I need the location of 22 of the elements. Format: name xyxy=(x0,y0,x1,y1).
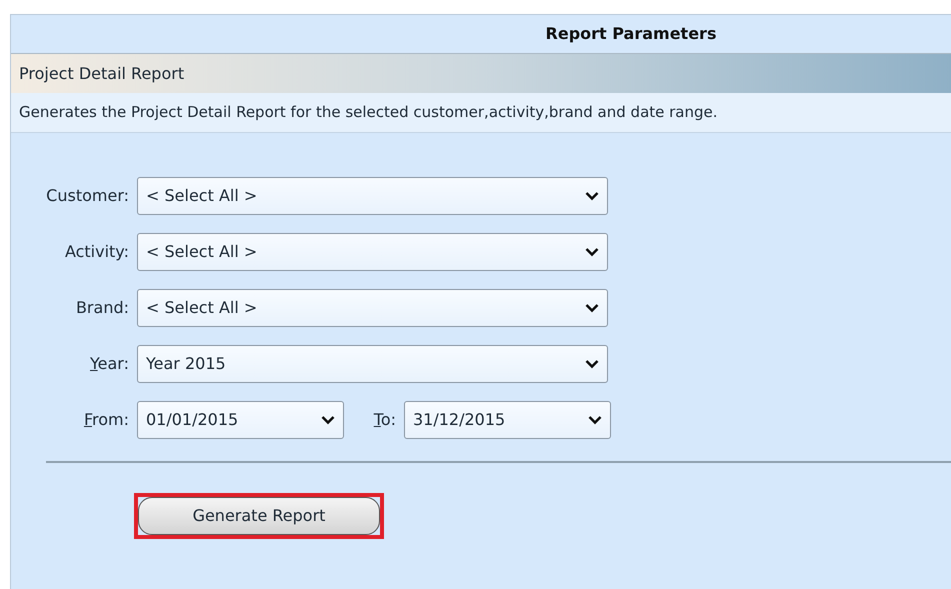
field-label: From: xyxy=(82,409,129,431)
generate-report-button[interactable]: Generate Report xyxy=(134,493,384,539)
field-label: Year: xyxy=(89,353,129,375)
chevron-down-icon xyxy=(585,247,599,257)
panel-title: Report Parameters xyxy=(546,23,716,45)
chevron-down-icon xyxy=(321,415,335,425)
dropdown[interactable]: 31/12/2015 xyxy=(404,401,611,439)
chevron-down-icon xyxy=(588,415,602,425)
dropdown[interactable]: 01/01/2015 xyxy=(137,401,344,439)
field-label: Customer: xyxy=(45,185,129,207)
chevron-down-icon xyxy=(585,191,599,201)
chevron-down-icon xyxy=(585,359,599,369)
field-label: Brand: xyxy=(74,297,129,319)
report-description: Generates the Project Detail Report for the selected customer,activity,brand and date range. xyxy=(19,102,718,124)
dropdown[interactable]: Year 2015 xyxy=(137,345,608,383)
field-label: To: xyxy=(372,409,396,431)
dropdown[interactable]: < Select All > xyxy=(137,233,608,271)
dropdown[interactable]: < Select All > xyxy=(137,177,608,215)
report-header: Project Detail Report xyxy=(11,53,951,93)
dropdown[interactable]: < Select All > xyxy=(137,289,608,327)
chevron-down-icon xyxy=(585,303,599,313)
field-label: Activity: xyxy=(64,241,129,263)
